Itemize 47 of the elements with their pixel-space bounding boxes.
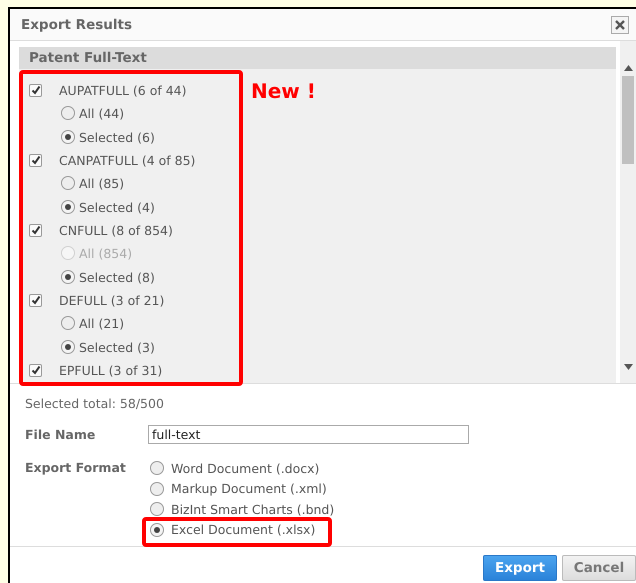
scrollbar[interactable] (620, 41, 636, 383)
radio-button[interactable] (150, 482, 164, 496)
option-label: All (85) (79, 176, 124, 190)
option-label: BizInt Smart Charts (.bnd) (171, 502, 334, 517)
radio-button[interactable] (61, 106, 75, 120)
field-label: Export Format (25, 460, 127, 475)
database-label: DEFULL (3 of 21) (59, 292, 164, 308)
database-label: CNFULL (8 of 854) (59, 222, 173, 238)
option-label: Selected (6) (79, 130, 155, 144)
close-icon[interactable] (611, 16, 629, 34)
option-label: All (21) (79, 316, 124, 330)
checkbox[interactable] (29, 154, 42, 166)
radio-button[interactable] (150, 502, 164, 516)
radio-button[interactable] (61, 340, 75, 354)
option-label: Selected (3) (79, 340, 155, 354)
radio-button[interactable] (61, 270, 75, 284)
option-label: Selected (4) (79, 200, 155, 214)
option-label: Excel Document (.xlsx) (171, 522, 316, 538)
radio-button[interactable] (61, 130, 75, 144)
database-label: EPFULL (3 of 31) (59, 362, 162, 378)
radio-button[interactable] (61, 316, 75, 330)
option-label: Selected (8) (79, 270, 155, 284)
scroll-down-icon (624, 364, 632, 370)
option-label: All (854) (79, 246, 132, 260)
scrollbar-thumb[interactable] (622, 76, 634, 164)
radio-button[interactable] (61, 200, 75, 214)
database-label: CANPATFULL (4 of 85) (59, 152, 196, 168)
export-button[interactable]: Export (483, 555, 557, 581)
radio-button[interactable] (150, 461, 164, 476)
cancel-button[interactable]: Cancel (562, 555, 636, 581)
dialog-title: Export Results (21, 16, 132, 32)
checkbox[interactable] (29, 294, 42, 306)
field-label: File Name (25, 427, 96, 442)
annotation-text: New ! (251, 79, 316, 103)
checkbox[interactable] (29, 224, 42, 236)
radio-button[interactable] (61, 176, 75, 190)
file-name-field[interactable]: full-text (148, 425, 469, 444)
selected-total: Selected total: 58/500 (25, 396, 165, 413)
checkbox[interactable] (29, 84, 42, 96)
option-label: All (44) (79, 106, 124, 120)
radio-button[interactable] (150, 522, 164, 537)
option-label: Word Document (.docx) (171, 460, 320, 476)
option-label: Markup Document (.xml) (171, 481, 327, 496)
scroll-up-icon (624, 65, 632, 71)
section-header: Patent Full-Text (19, 47, 616, 69)
checkbox[interactable] (29, 364, 42, 376)
database-label: AUPATFULL (6 of 44) (59, 82, 187, 98)
